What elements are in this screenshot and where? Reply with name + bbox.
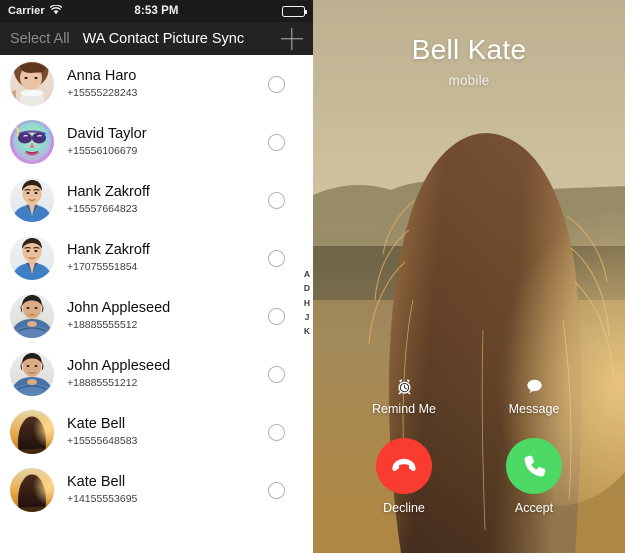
contact-checkbox[interactable] (268, 133, 285, 151)
avatar (10, 120, 54, 164)
remind-me-button[interactable]: Remind Me (349, 376, 459, 416)
wifi-icon (49, 4, 63, 18)
carrier-label: Carrier (8, 5, 45, 17)
plus-icon[interactable] (281, 28, 303, 50)
avatar (10, 468, 54, 512)
contact-row[interactable]: Hank Zakroff +15557664823 (0, 171, 313, 229)
caller-info: Bell Kate mobile (313, 34, 625, 88)
primary-actions-row: Decline Accept (313, 438, 625, 515)
page-title: WA Contact Picture Sync (82, 30, 245, 47)
avatar (10, 62, 54, 106)
call-actions: Remind Me Message Decline Accept (313, 376, 625, 515)
status-bar-left: Carrier (8, 4, 63, 18)
message-label: Message (508, 402, 560, 416)
phone-icon (524, 455, 545, 476)
dual-screenshot-composite: Carrier 8:53 PM Select All WA Contact Pi… (0, 0, 625, 553)
battery-icon (282, 5, 307, 17)
contact-name: Anna Haro (67, 68, 137, 85)
contact-name: John Appleseed (67, 300, 171, 317)
remind-me-label: Remind Me (372, 402, 436, 416)
decline-label: Decline (383, 501, 425, 515)
phone-down-icon (392, 458, 416, 472)
contact-row[interactable]: Kate Bell +14155553695 (0, 461, 313, 519)
contact-list[interactable]: Anna Haro +15555228243 David Taylor +155… (0, 55, 313, 553)
accept-action[interactable]: Accept (479, 438, 589, 515)
accept-button[interactable] (506, 438, 562, 494)
contact-phone: +15555228243 (67, 87, 138, 100)
caller-name: Bell Kate (411, 34, 527, 65)
alphabet-index-letter[interactable]: H (304, 297, 310, 309)
status-bar: Carrier 8:53 PM (0, 0, 313, 22)
contact-text: Hank Zakroff +15557664823 (67, 183, 268, 216)
contact-row[interactable]: John Appleseed +18885551212 (0, 345, 313, 403)
avatar (10, 410, 54, 454)
contact-phone: +18885551212 (67, 377, 138, 390)
avatar (10, 178, 54, 222)
contact-phone: +15557664823 (67, 203, 138, 216)
speech-bubble-icon (479, 376, 589, 396)
alphabet-index-letter[interactable]: A (304, 268, 310, 280)
contact-checkbox[interactable] (268, 307, 285, 325)
contact-text: Kate Bell +15555648583 (67, 415, 268, 448)
contact-row[interactable]: Anna Haro +15555228243 (0, 55, 313, 113)
contact-checkbox[interactable] (268, 249, 285, 267)
contact-name: David Taylor (67, 126, 147, 143)
contact-picker-screen: Carrier 8:53 PM Select All WA Contact Pi… (0, 0, 313, 553)
contact-text: Anna Haro +15555228243 (67, 67, 268, 100)
accept-label: Accept (514, 501, 554, 515)
contact-phone: +17075551854 (67, 261, 138, 274)
incoming-call-screen: Bell Kate mobile Remind Me Message Decli… (313, 0, 625, 553)
contact-row[interactable]: David Taylor +15556106679 (0, 113, 313, 171)
select-all-button[interactable]: Select All (10, 31, 70, 47)
contact-phone: +14155553695 (67, 493, 138, 506)
contact-checkbox[interactable] (268, 365, 285, 383)
contact-text: Hank Zakroff +17075551854 (67, 241, 268, 274)
contact-name: Kate Bell (67, 474, 126, 491)
alphabet-index-letter[interactable]: D (304, 282, 310, 294)
contact-row[interactable]: Kate Bell +15555648583 (0, 403, 313, 461)
decline-action[interactable]: Decline (349, 438, 459, 515)
contact-checkbox[interactable] (268, 423, 285, 441)
contact-phone: +15556106679 (67, 145, 138, 158)
contact-text: Kate Bell +14155553695 (67, 473, 268, 506)
secondary-actions-row: Remind Me Message (313, 376, 625, 416)
decline-button[interactable] (376, 438, 432, 494)
message-button[interactable]: Message (479, 376, 589, 416)
avatar (10, 236, 54, 280)
alphabet-index-letter[interactable]: K (304, 325, 310, 337)
caller-line-label: mobile (448, 73, 490, 88)
alphabet-index-letter[interactable]: J (305, 311, 310, 323)
avatar (10, 352, 54, 396)
contact-phone: +18885555512 (67, 319, 138, 332)
contact-name: John Appleseed (67, 358, 171, 375)
contact-text: John Appleseed +18885555512 (67, 299, 268, 332)
contact-checkbox[interactable] (268, 481, 285, 499)
contact-row[interactable]: John Appleseed +18885555512 (0, 287, 313, 345)
contact-text: David Taylor +15556106679 (67, 125, 268, 158)
contact-name: Hank Zakroff (67, 184, 150, 201)
contact-checkbox[interactable] (268, 191, 285, 209)
status-bar-right (282, 5, 307, 17)
navigation-bar: Select All WA Contact Picture Sync (0, 22, 313, 55)
contact-text: John Appleseed +18885551212 (67, 357, 268, 390)
contact-checkbox[interactable] (268, 75, 285, 93)
alarm-clock-icon (349, 376, 459, 396)
contact-name: Kate Bell (67, 416, 126, 433)
contact-name: Hank Zakroff (67, 242, 150, 259)
alphabet-index[interactable]: ADHJK (304, 268, 310, 338)
contact-phone: +15555648583 (67, 435, 138, 448)
contact-row[interactable]: Hank Zakroff +17075551854 (0, 229, 313, 287)
avatar (10, 294, 54, 338)
